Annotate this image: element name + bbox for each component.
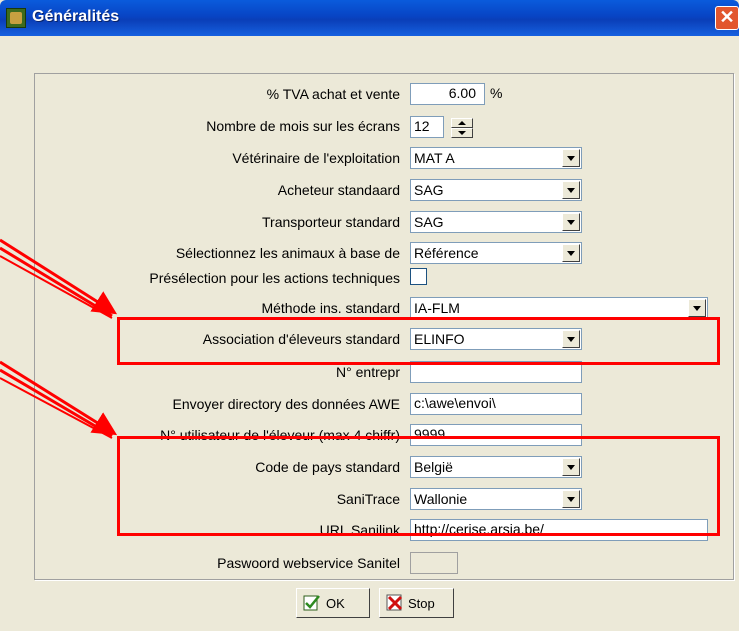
- annotation-arrows: [0, 238, 118, 439]
- arrow-icon: [0, 360, 118, 439]
- arrow-icon: [0, 238, 118, 319]
- generalites-dialog: Généralités ✕ % TVA achat et vente 6.00 …: [0, 0, 739, 631]
